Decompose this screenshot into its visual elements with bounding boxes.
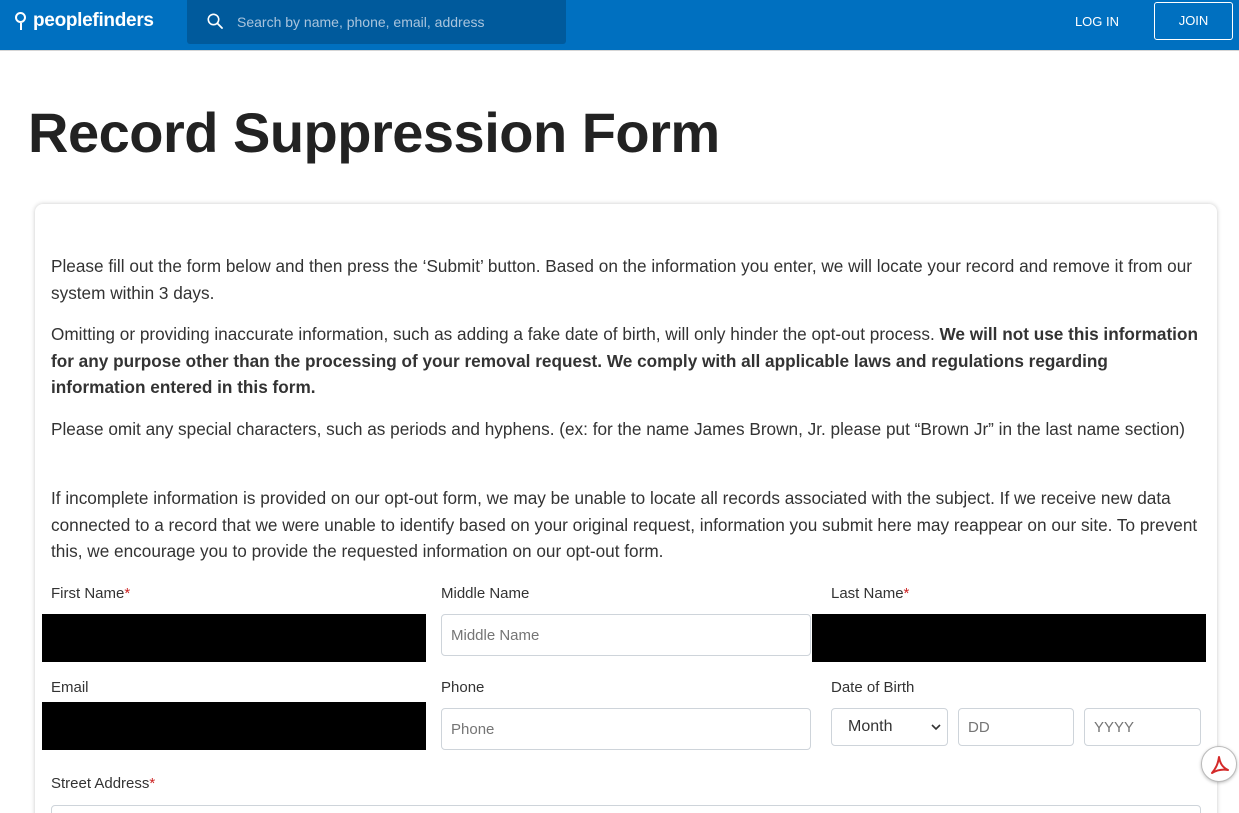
page-title: Record Suppression Form xyxy=(28,101,720,164)
search-input[interactable] xyxy=(237,11,547,33)
email-field-redacted[interactable] xyxy=(42,702,426,750)
required-asterisk: * xyxy=(124,585,131,602)
logo-text: peoplefinders xyxy=(33,10,154,31)
peoplefinders-logo[interactable]: peoplefinders xyxy=(14,9,154,33)
dob-month-select[interactable]: Month xyxy=(831,708,948,746)
street-address-label: Street Address* xyxy=(51,775,156,792)
join-button[interactable]: JOIN xyxy=(1154,2,1233,40)
first-name-field-redacted[interactable] xyxy=(42,614,426,662)
intro-paragraph-incomplete-info: If incomplete information is provided on… xyxy=(51,488,1198,561)
middle-name-label: Middle Name xyxy=(441,585,530,602)
required-asterisk: * xyxy=(149,775,156,792)
first-name-label: First Name* xyxy=(51,585,131,602)
adobe-pdf-icon xyxy=(1211,756,1229,774)
phone-input[interactable] xyxy=(441,708,811,750)
required-asterisk: * xyxy=(903,585,910,602)
chevron-down-icon xyxy=(931,724,941,731)
top-navigation-bar: peoplefinders LOG IN JOIN xyxy=(0,0,1239,51)
pdf-extension-button[interactable] xyxy=(1201,746,1237,782)
phone-label: Phone xyxy=(441,679,485,696)
dob-day-input[interactable] xyxy=(958,708,1074,746)
location-pin-icon xyxy=(14,11,27,31)
intro-paragraph-special-characters: Please omit any special characters, such… xyxy=(51,419,1185,439)
intro-paragraph-accuracy: Omitting or providing inaccurate informa… xyxy=(51,321,1201,401)
login-link[interactable]: LOG IN xyxy=(1063,12,1131,32)
last-name-field-redacted[interactable] xyxy=(812,614,1206,662)
search-bar xyxy=(187,0,566,44)
street-address-input[interactable] xyxy=(51,805,1201,813)
date-of-birth-label: Date of Birth xyxy=(831,679,915,696)
dob-month-value: Month xyxy=(848,718,893,735)
search-icon xyxy=(207,13,223,29)
dob-year-input[interactable] xyxy=(1084,708,1201,746)
email-label: Email xyxy=(51,679,89,696)
intro-paragraph-instructions: Please fill out the form below and then … xyxy=(51,256,1193,303)
middle-name-input[interactable] xyxy=(441,614,811,656)
last-name-label: Last Name* xyxy=(831,585,910,602)
accuracy-text: Omitting or providing inaccurate informa… xyxy=(51,324,940,344)
